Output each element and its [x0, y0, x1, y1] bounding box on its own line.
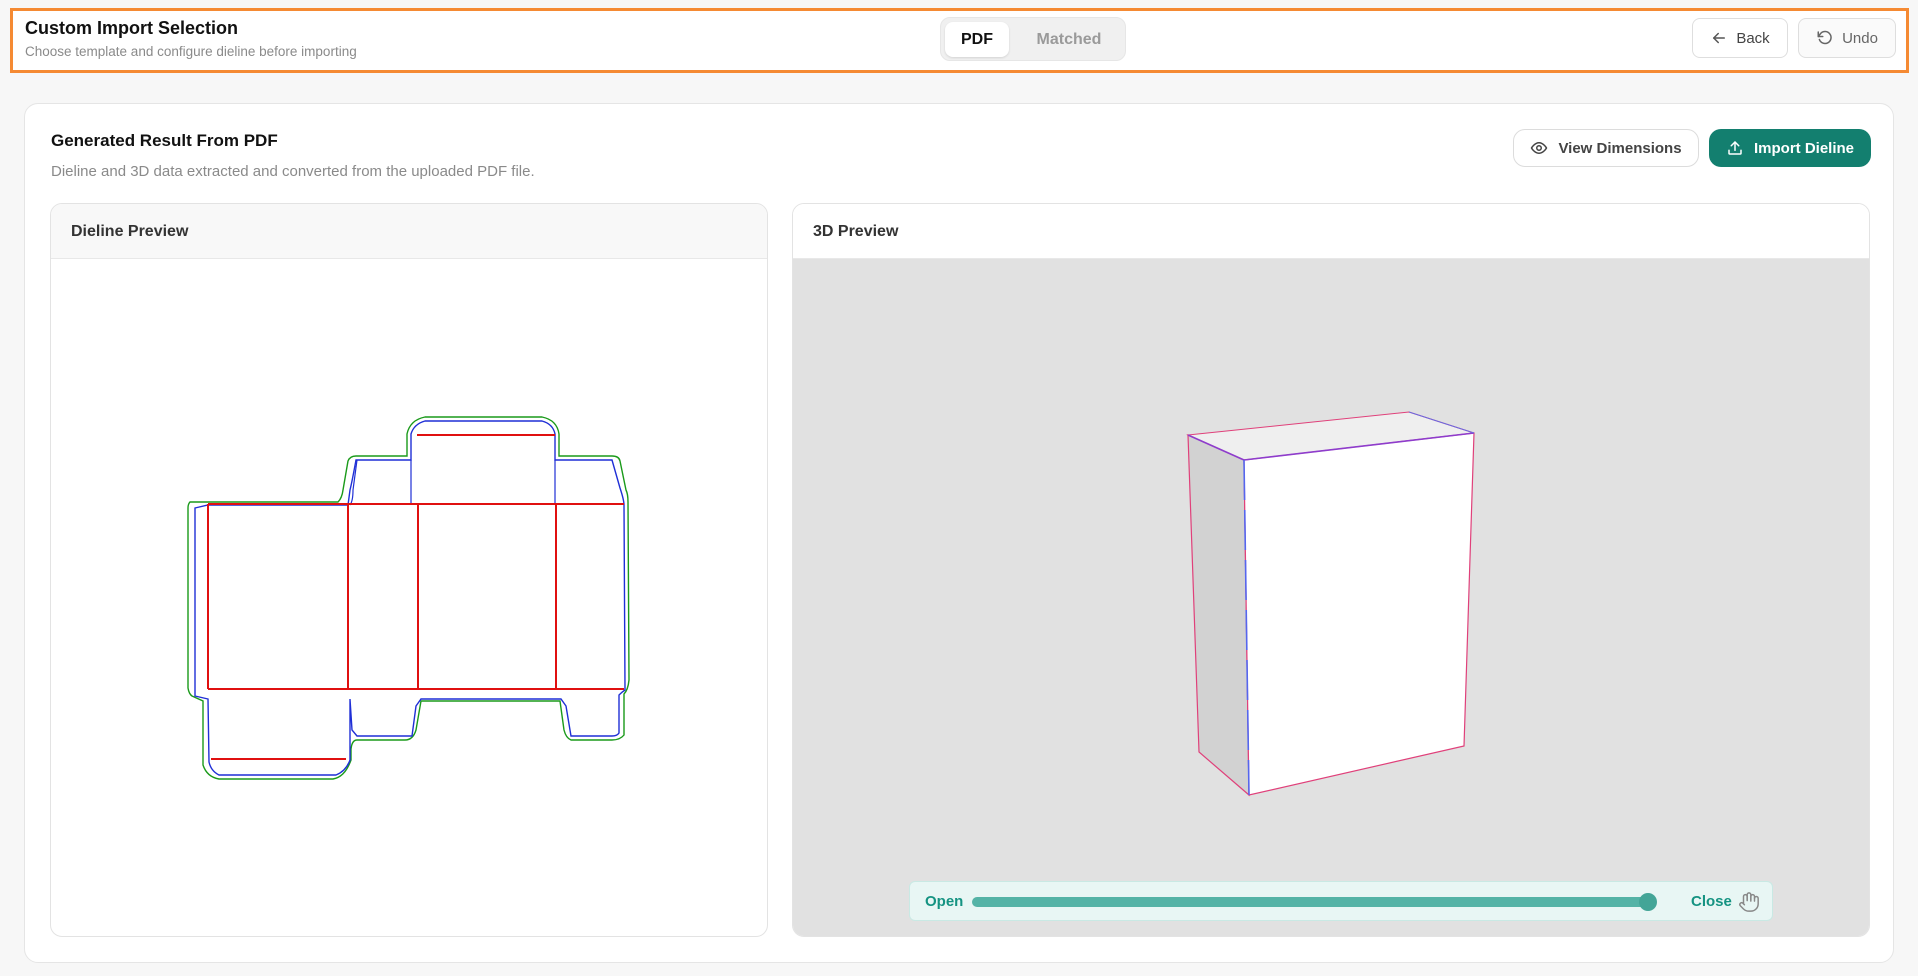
tab-matched[interactable]: Matched [1019, 22, 1119, 57]
fold-slider: Open Close [909, 881, 1773, 921]
slider-open-label: Open [925, 893, 964, 910]
undo-icon [1817, 30, 1832, 45]
arrow-left-icon [1713, 32, 1726, 44]
import-dieline-button[interactable]: Import Dieline [1709, 129, 1871, 167]
result-card: Generated Result From PDF Dieline and 3D… [24, 103, 1894, 963]
slider-thumb[interactable] [1639, 893, 1657, 911]
dieline-canvas[interactable] [51, 259, 767, 936]
import-dieline-label: Import Dieline [1753, 139, 1854, 157]
source-toggle: PDF Matched [940, 17, 1126, 61]
3d-viewport[interactable]: Open Close [793, 259, 1869, 936]
cut-outline [194, 420, 626, 776]
dieline-preview-panel: Dieline Preview [50, 203, 768, 937]
eye-icon [1531, 142, 1548, 154]
3d-preview-panel: 3D Preview Open Close [792, 203, 1870, 937]
view-dimensions-button[interactable]: View Dimensions [1513, 129, 1699, 167]
hand-icon[interactable] [1738, 891, 1760, 913]
page-title: Custom Import Selection [25, 18, 239, 38]
box-side-face [1187, 434, 1250, 797]
box-3d-model [1186, 411, 1475, 797]
back-label: Back [1736, 29, 1770, 47]
upload-icon [1728, 141, 1742, 155]
result-title: Generated Result From PDF [51, 131, 278, 150]
bleed-outline [187, 416, 630, 780]
back-button[interactable]: Back [1692, 18, 1788, 58]
page-subtitle: Choose template and configure dieline be… [25, 44, 357, 59]
tab-pdf[interactable]: PDF [945, 22, 1009, 57]
dieline-drawing [187, 416, 630, 780]
result-description: Dieline and 3D data extracted and conver… [51, 163, 535, 180]
3d-preview-title: 3D Preview [793, 204, 1869, 259]
undo-button[interactable]: Undo [1798, 18, 1896, 58]
tuck-detail [349, 459, 556, 506]
slider-close-label: Close [1691, 893, 1732, 910]
dieline-preview-title: Dieline Preview [51, 204, 767, 259]
view-dimensions-label: View Dimensions [1558, 139, 1682, 157]
top-header: Custom Import Selection Choose template … [10, 8, 1909, 73]
slider-track[interactable] [972, 897, 1648, 907]
undo-label: Undo [1842, 29, 1878, 47]
box-front-face [1243, 432, 1475, 796]
